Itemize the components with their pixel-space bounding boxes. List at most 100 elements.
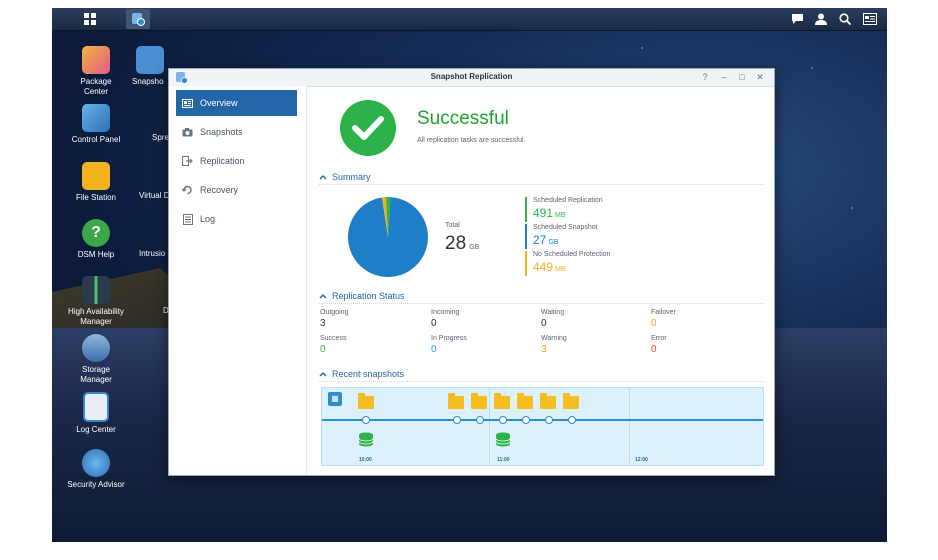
status-value: 3 [541, 344, 547, 355]
total-unit: GB [469, 244, 480, 251]
timeline-time-label: 10:00 [359, 457, 372, 463]
sidebar-item-overview[interactable]: Overview [176, 90, 297, 116]
status-label: Failover [651, 309, 676, 316]
snapshot-folder-icon[interactable] [563, 393, 579, 409]
desktop-icon-high-availability-manager[interactable]: High Availability Manager [61, 276, 131, 327]
summary-section-header[interactable]: Summary [319, 172, 764, 185]
replication-icon [182, 156, 193, 167]
legend-scheduled-snapshot: Scheduled Snapshot 27 GB [525, 224, 598, 249]
status-value: 0 [541, 318, 547, 329]
desktop-icon-dsm-help[interactable]: ? DSM Help [61, 219, 131, 260]
timeline-node[interactable] [453, 416, 461, 424]
timeline-hour-divider [629, 388, 630, 465]
taskbar [52, 8, 887, 31]
main-menu-icon[interactable] [78, 9, 102, 29]
status-title: Successful [417, 108, 509, 129]
total-value: 28 GB [445, 233, 479, 255]
timeline-node[interactable] [522, 416, 530, 424]
maximize-button[interactable]: □ [736, 71, 748, 83]
legend-number: 491 [533, 206, 554, 220]
desktop-icon-label: DSM Help [77, 250, 115, 259]
notifications-icon[interactable] [785, 9, 809, 29]
snapshot-folder-icon[interactable] [471, 393, 487, 409]
timeline-node[interactable] [476, 416, 484, 424]
status-label: Warning [541, 335, 567, 342]
server-pair-icon [82, 276, 110, 304]
sidebar-item-replication[interactable]: Replication [176, 148, 297, 174]
minimize-button[interactable]: – [718, 71, 730, 83]
desktop-icon-package-center[interactable]: Package Center [61, 46, 131, 97]
user-icon[interactable] [809, 9, 833, 29]
status-error: Error 0 [651, 335, 667, 355]
help-button[interactable]: ? [699, 71, 711, 83]
desktop-icon-snapshot[interactable]: Snapsho [132, 46, 172, 87]
chevron-up-icon [319, 173, 327, 182]
snapshot-replication-icon [136, 46, 164, 74]
close-button[interactable]: ✕ [754, 71, 766, 83]
sidebar-item-snapshots[interactable]: Snapshots [176, 119, 297, 145]
timeline-node[interactable] [545, 416, 553, 424]
legend-scheduled-replication: Scheduled Replication 491 MB [525, 197, 603, 222]
desktop-icon-label: Storage Manager [80, 365, 112, 384]
status-label: Success [320, 335, 347, 342]
timeline-axis [322, 419, 763, 421]
recent-snapshots-section-header[interactable]: Recent snapshots [319, 369, 764, 382]
timeline-node[interactable] [362, 416, 370, 424]
desktop-icon-security-advisor[interactable]: Security Advisor [61, 449, 131, 490]
snapshot-folder-icon[interactable] [517, 393, 533, 409]
sidebar-item-recovery[interactable]: Recovery [176, 177, 297, 203]
legend-number: 449 [533, 260, 554, 274]
status-success: Success 0 [320, 335, 346, 355]
security-advisor-icon [82, 449, 110, 477]
sidebar-item-label: Log [200, 214, 216, 224]
desktop-icon-label: Snapsho [132, 77, 164, 86]
log-center-icon [83, 392, 109, 422]
legend-no-scheduled-protection: No Scheduled Protection 449 MB [525, 251, 610, 276]
snapshot-folder-icon[interactable] [540, 393, 556, 409]
control-panel-icon [82, 104, 110, 132]
search-icon[interactable] [833, 9, 857, 29]
status-value: 3 [320, 318, 326, 329]
replication-database-icon[interactable] [358, 432, 374, 447]
desktop-icon-control-panel[interactable]: Control Panel [61, 104, 131, 145]
success-check-icon [340, 100, 396, 156]
status-value: 0 [651, 318, 657, 329]
calendar-icon[interactable]: ▦ [328, 392, 342, 406]
timeline-node[interactable] [499, 416, 507, 424]
folder-icon [82, 162, 110, 190]
legend-value: 491 MB [533, 206, 603, 220]
replication-status-section-header[interactable]: Replication Status [319, 291, 764, 304]
sidebar-item-label: Overview [200, 98, 238, 108]
status-value: 0 [431, 344, 437, 355]
status-outgoing: Outgoing 3 [320, 309, 348, 329]
legend-label: Scheduled Snapshot [533, 224, 598, 231]
timeline-time-label: 11:00 [497, 457, 510, 463]
snapshot-folder-icon[interactable] [448, 393, 464, 409]
sidebar-item-log[interactable]: Log [176, 206, 297, 232]
desktop-icon-file-station[interactable]: File Station [61, 162, 131, 203]
sidebar: Overview Snapshots Replication Recovery … [169, 86, 307, 475]
legend-number: 27 [533, 233, 547, 247]
snapshot-folder-icon[interactable] [358, 393, 374, 409]
window-titlebar[interactable]: Snapshot Replication ? – □ ✕ [169, 69, 774, 87]
timeline-time-label: 12:00 [635, 457, 648, 463]
overview-panel: Successful All replication tasks are suc… [307, 86, 774, 475]
status-label: Waiting [541, 309, 565, 316]
desktop-icon-label: Package Center [80, 77, 112, 96]
overview-icon [182, 98, 193, 109]
total-number: 28 [445, 233, 467, 254]
recovery-icon [182, 185, 193, 196]
desktop-icon-log-center[interactable]: Log Center [61, 392, 131, 435]
snapshot-folder-icon[interactable] [494, 393, 510, 409]
status-failover: Failover 0 [651, 309, 676, 329]
snapshot-timeline[interactable]: ▦ 10:00 11:00 12:00 [321, 387, 764, 466]
replication-database-icon[interactable] [495, 432, 511, 447]
desktop-icon-storage-manager[interactable]: Storage Manager [61, 334, 131, 385]
timeline-node[interactable] [568, 416, 576, 424]
chevron-up-icon [319, 292, 327, 301]
status-label: In Progress [431, 335, 467, 342]
widgets-icon[interactable] [858, 9, 882, 29]
desktop-icon-label: Log Center [76, 425, 116, 434]
taskbar-snapshot-app-icon[interactable] [126, 9, 150, 29]
legend-unit: MB [555, 266, 566, 273]
